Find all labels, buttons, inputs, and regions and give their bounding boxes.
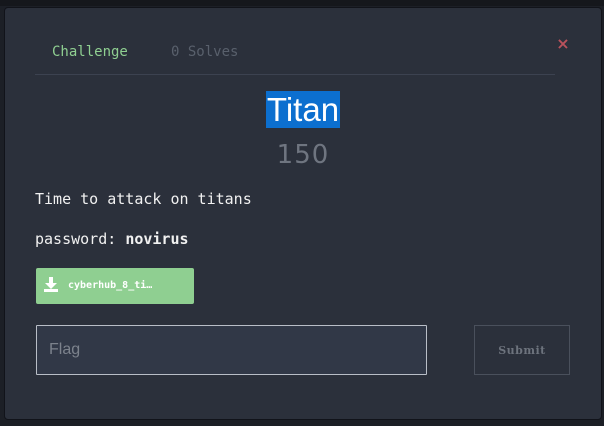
tab-challenge[interactable]: Challenge: [52, 44, 128, 60]
password-line: password: novirus: [35, 229, 189, 249]
tab-solves[interactable]: 0 Solves: [171, 44, 238, 60]
download-file-button[interactable]: cyberhub_8_ti…: [36, 268, 194, 304]
modal-tabs: Challenge 0 Solves: [35, 44, 555, 75]
download-icon: [44, 277, 58, 292]
close-icon[interactable]: ×: [555, 36, 571, 52]
submit-button[interactable]: Submit: [474, 325, 570, 375]
flag-input[interactable]: [36, 325, 427, 375]
password-label: password:: [35, 230, 117, 248]
background-nav-strip: [0, 0, 604, 6]
challenge-modal: Challenge 0 Solves × Titan 150 Time to a…: [4, 7, 602, 420]
title-container: Titan: [5, 91, 601, 128]
password-value: novirus: [125, 230, 189, 248]
challenge-title: Titan: [265, 91, 341, 128]
challenge-description: Time to attack on titans: [35, 190, 252, 208]
file-name-label: cyberhub_8_ti…: [68, 280, 153, 291]
challenge-points: 150: [276, 140, 330, 170]
